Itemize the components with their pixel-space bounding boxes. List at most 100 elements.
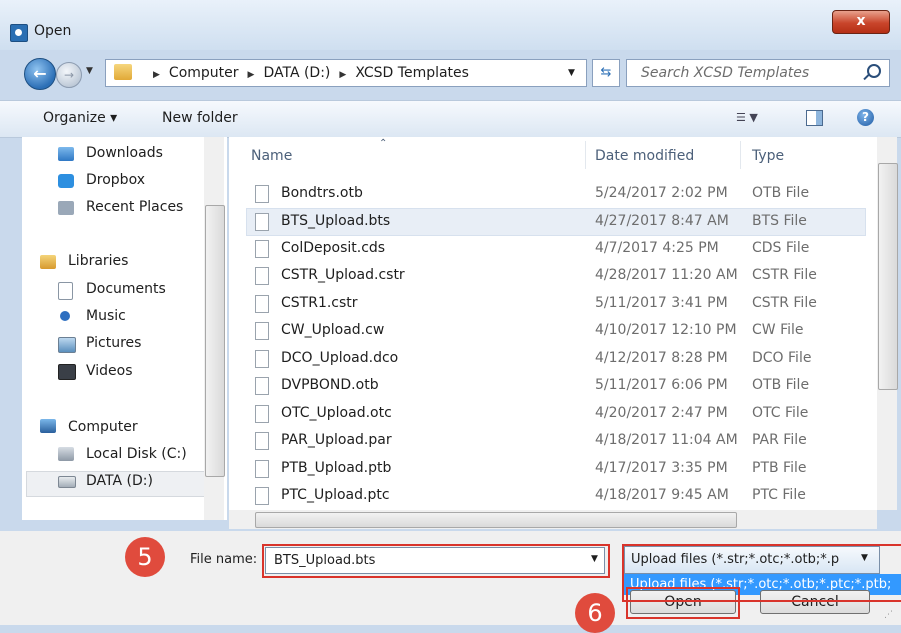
- file-name: CSTR1.cstr: [281, 295, 358, 311]
- file-row[interactable]: ColDeposit.cds 4/7/2017 4:25 PM CDS File: [247, 236, 865, 262]
- organize-button[interactable]: Organize ▾: [43, 110, 117, 126]
- file-icon: [255, 487, 269, 505]
- file-row[interactable]: OTC_Upload.otc 4/20/2017 2:47 PM OTC File: [247, 401, 865, 427]
- nav-item-downloads[interactable]: Downloads: [86, 145, 163, 161]
- file-icon: [255, 240, 269, 258]
- file-icon: [255, 405, 269, 423]
- recent-places-icon: [58, 201, 74, 215]
- address-chevron-down-icon[interactable]: ▼: [568, 68, 575, 78]
- nav-item-pictures[interactable]: Pictures: [86, 335, 141, 351]
- nav-item-computer[interactable]: Computer: [68, 419, 138, 435]
- file-name: CW_Upload.cw: [281, 322, 385, 338]
- nav-item-data-drive[interactable]: DATA (D:): [86, 473, 153, 489]
- breadcrumb-xcsd-templates[interactable]: XCSD Templates: [355, 65, 469, 81]
- navigation-pane: Downloads Dropbox Recent Places Librarie…: [22, 137, 227, 520]
- close-button[interactable]: x: [832, 10, 890, 34]
- resize-grip[interactable]: ⋰: [884, 610, 893, 620]
- views-button[interactable]: ☰ ▼: [736, 111, 758, 124]
- file-icon: [255, 350, 269, 368]
- computer-icon: [40, 419, 56, 433]
- back-button[interactable]: ←: [24, 58, 56, 90]
- new-folder-button[interactable]: New folder: [162, 110, 238, 126]
- file-type: PAR File: [752, 432, 807, 448]
- breadcrumb-computer[interactable]: Computer: [169, 65, 239, 81]
- file-row[interactable]: CSTR1.cstr 5/11/2017 3:41 PM CSTR File: [247, 291, 865, 317]
- file-name: CSTR_Upload.cstr: [281, 267, 405, 283]
- file-type: CSTR File: [752, 267, 817, 283]
- nav-item-recent-places[interactable]: Recent Places: [86, 199, 183, 215]
- file-row[interactable]: DVPBOND.otb 5/11/2017 6:06 PM OTB File: [247, 373, 865, 399]
- nav-item-local-disk[interactable]: Local Disk (C:): [86, 446, 187, 462]
- nav-scrollbar-thumb[interactable]: [205, 205, 225, 477]
- open-highlight-box: [626, 587, 740, 619]
- file-row[interactable]: PTB_Upload.ptb 4/17/2017 3:35 PM PTB File: [247, 456, 865, 482]
- pictures-icon: [58, 337, 76, 353]
- chevron-right-icon: ▶: [247, 70, 255, 80]
- file-row[interactable]: Bondtrs.otb 5/24/2017 2:02 PM OTB File: [247, 181, 865, 207]
- file-list-scrollbar-thumb[interactable]: [878, 163, 898, 390]
- search-placeholder: Search XCSD Templates: [641, 65, 810, 81]
- filename-highlight-box: [262, 544, 610, 578]
- nav-item-documents[interactable]: Documents: [86, 281, 166, 297]
- file-list: Name ⌃ Date modified Type Bondtrs.otb 5/2…: [229, 137, 879, 510]
- videos-icon: [58, 364, 76, 380]
- nav-item-libraries[interactable]: Libraries: [68, 253, 128, 269]
- search-input[interactable]: Search XCSD Templates: [626, 59, 890, 87]
- chevron-right-icon: ▶: [339, 70, 347, 80]
- breadcrumb-data-drive[interactable]: DATA (D:): [263, 65, 330, 81]
- file-icon: [255, 460, 269, 478]
- file-name: PTB_Upload.ptb: [281, 460, 392, 476]
- app-icon: [10, 24, 28, 42]
- file-name: DVPBOND.otb: [281, 377, 379, 393]
- breadcrumb: ▶ Computer ▶ DATA (D:) ▶ XCSD Templates: [144, 65, 469, 81]
- file-row[interactable]: CSTR_Upload.cstr 4/28/2017 11:20 AM CSTR F…: [247, 263, 865, 289]
- search-icon[interactable]: [867, 64, 881, 78]
- file-name: ColDeposit.cds: [281, 240, 386, 256]
- file-type: BTS File: [752, 213, 807, 229]
- column-header-name[interactable]: Name: [251, 148, 292, 164]
- preview-pane-button[interactable]: [806, 110, 823, 126]
- file-name: OTC_Upload.otc: [281, 405, 392, 421]
- column-header-date[interactable]: Date modified: [595, 148, 694, 164]
- forward-button[interactable]: →: [56, 62, 82, 88]
- file-type: DCO File: [752, 350, 812, 366]
- column-header-type[interactable]: Type: [752, 148, 784, 164]
- file-row[interactable]: PTC_Upload.ptc 4/18/2017 9:45 AM PTC File: [247, 483, 865, 509]
- horizontal-scrollbar-thumb[interactable]: [255, 512, 737, 528]
- file-type: CW File: [752, 322, 804, 338]
- nav-item-dropbox[interactable]: Dropbox: [86, 172, 145, 188]
- file-date: 4/18/2017 9:45 AM: [595, 487, 729, 503]
- file-icon: [255, 213, 269, 231]
- file-type: PTB File: [752, 460, 807, 476]
- step-badge-filename: 5: [125, 537, 165, 577]
- address-bar[interactable]: ▶ Computer ▶ DATA (D:) ▶ XCSD Templates ▼: [105, 59, 587, 87]
- file-row[interactable]: PAR_Upload.par 4/18/2017 11:04 AM PAR File: [247, 428, 865, 454]
- file-date: 5/11/2017 6:06 PM: [595, 377, 728, 393]
- file-icon: [255, 267, 269, 285]
- file-type: CSTR File: [752, 295, 817, 311]
- file-name: Bondtrs.otb: [281, 185, 363, 201]
- folder-icon: [114, 64, 132, 80]
- nav-item-music[interactable]: Music: [86, 308, 126, 324]
- file-type: OTC File: [752, 405, 809, 421]
- file-icon: [255, 432, 269, 450]
- file-date: 4/27/2017 8:47 AM: [595, 213, 729, 229]
- file-name: DCO_Upload.dco: [281, 350, 399, 366]
- column-divider[interactable]: [585, 141, 586, 169]
- recent-locations-chevron-down-icon[interactable]: ▼: [86, 66, 93, 76]
- local-disk-icon: [58, 447, 74, 461]
- file-row[interactable]: DCO_Upload.dco 4/12/2017 8:28 PM DCO File: [247, 346, 865, 372]
- filename-label: File name:: [190, 552, 258, 567]
- file-name: BTS_Upload.bts: [281, 213, 391, 229]
- toolbar: Organize ▾ New folder ☰ ▼ ?: [0, 100, 901, 138]
- file-name: PAR_Upload.par: [281, 432, 392, 448]
- file-icon: [255, 185, 269, 203]
- file-row[interactable]: CW_Upload.cw 4/10/2017 12:10 PM CW File: [247, 318, 865, 344]
- nav-item-videos[interactable]: Videos: [86, 363, 133, 379]
- refresh-button[interactable]: ⇆: [592, 59, 620, 87]
- help-button[interactable]: ?: [857, 109, 874, 126]
- file-row-selected[interactable]: BTS_Upload.bts 4/27/2017 8:47 AM BTS File: [246, 208, 866, 236]
- chevron-right-icon: ▶: [153, 70, 160, 80]
- column-divider[interactable]: [740, 141, 741, 169]
- title-bar: [0, 0, 901, 50]
